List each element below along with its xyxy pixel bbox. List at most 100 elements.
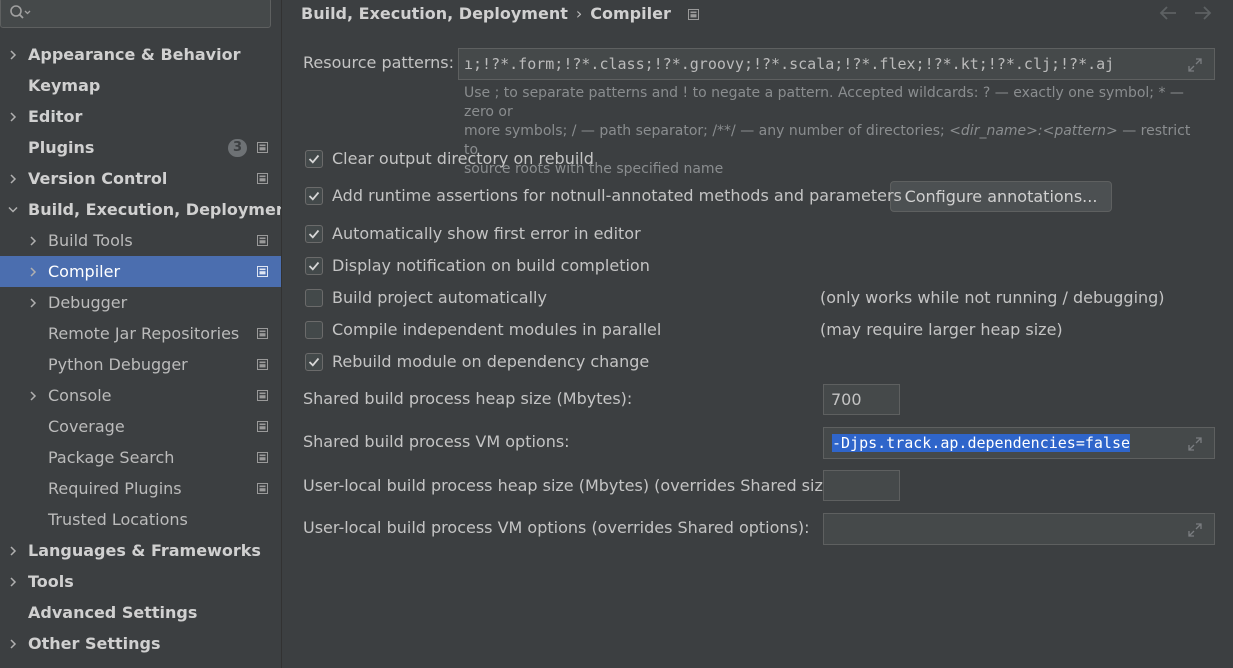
help-line-2-dir: <dir_name>:<pattern> — [949, 123, 1118, 139]
checkbox-label: Add runtime assertions for notnull-annot… — [332, 186, 902, 205]
sidebar-item-label: Python Debugger — [48, 355, 188, 374]
checkbox-label: Clear output directory on rebuild — [332, 149, 594, 168]
expand-icon[interactable] — [1188, 437, 1202, 451]
resource-patterns-label: Resource patterns: — [303, 53, 454, 72]
project-scope-icon — [257, 483, 268, 494]
sidebar-item-debugger[interactable]: Debugger — [0, 287, 281, 318]
heap-size-input[interactable]: 700 — [823, 384, 900, 415]
user-heap-size-label: User-local build process heap size (Mbyt… — [303, 476, 845, 495]
checkbox-checked[interactable] — [305, 257, 323, 275]
project-scope-icon — [257, 173, 268, 184]
sidebar-item-console[interactable]: Console — [0, 380, 281, 411]
chevron-right-icon[interactable] — [28, 235, 38, 247]
user-vm-options-label: User-local build process VM options (ove… — [303, 518, 810, 537]
sidebar-item-label: Remote Jar Repositories — [48, 324, 240, 343]
sidebar-item-remote-jar-repositories[interactable]: Remote Jar Repositories — [0, 318, 281, 349]
project-scope-icon — [257, 421, 268, 432]
checkmark-icon — [308, 154, 320, 164]
sidebar-item-label: Trusted Locations — [48, 510, 188, 529]
sidebar-item-editor[interactable]: Editor — [0, 101, 281, 132]
resource-patterns-value: ı;!?*.form;!?*.class;!?*.groovy;!?*.scal… — [464, 55, 1115, 73]
checkmark-icon — [308, 191, 320, 201]
chevron-right-icon[interactable] — [8, 576, 18, 588]
checkbox-unchecked[interactable] — [305, 289, 323, 307]
compiler-settings-panel: Build, Execution, Deployment › Compiler Re… — [281, 0, 1233, 668]
sidebar-item-label: Tools — [28, 572, 74, 591]
sidebar-item-languages-and-frameworks[interactable]: Languages & Frameworks — [0, 535, 281, 566]
chevron-right-icon[interactable] — [28, 297, 38, 309]
checkbox-label: Compile independent modules in parallel — [332, 320, 662, 339]
checkbox-note: (only works while not running / debuggin… — [820, 288, 1165, 307]
vm-options-value: -Djps.track.ap.dependencies=false — [832, 434, 1131, 452]
checkbox-note: (may require larger heap size) — [820, 320, 1063, 339]
chevron-right-icon[interactable] — [28, 390, 38, 402]
expand-icon[interactable] — [1188, 523, 1202, 537]
project-scope-icon — [257, 235, 268, 246]
sidebar-item-label: Compiler — [48, 262, 121, 281]
sidebar-item-compiler[interactable]: Compiler — [0, 256, 281, 287]
resource-patterns-input[interactable]: ı;!?*.form;!?*.class;!?*.groovy;!?*.scal… — [458, 48, 1215, 80]
help-line-1: Use ; to separate patterns and ! to nega… — [464, 85, 1184, 120]
sidebar-item-label: Coverage — [48, 417, 125, 436]
configure-annotations-button[interactable]: Configure annotations... — [890, 181, 1112, 212]
sidebar-item-label: Package Search — [48, 448, 175, 467]
user-heap-size-input[interactable] — [823, 470, 900, 501]
sidebar-item-keymap[interactable]: Keymap — [0, 70, 281, 101]
project-scope-icon — [257, 390, 268, 401]
sidebar-item-appearance-and-behavior[interactable]: Appearance & Behavior — [0, 39, 281, 70]
checkbox-unchecked[interactable] — [305, 321, 323, 339]
breadcrumb-separator: › — [575, 4, 583, 23]
settings-sidebar: Appearance & Behavior Keymap Editor Plugins… — [0, 0, 295, 668]
project-scope-icon — [257, 452, 268, 463]
sidebar-item-label: Other Settings — [28, 634, 161, 653]
sidebar-item-label: Build Tools — [48, 231, 133, 250]
settings-search-input[interactable] — [0, 0, 271, 28]
vm-options-input[interactable]: -Djps.track.ap.dependencies=false — [823, 427, 1215, 459]
sidebar-item-label: Version Control — [28, 169, 168, 188]
user-vm-options-input[interactable] — [823, 513, 1215, 545]
sidebar-item-build-execution-deployment[interactable]: Build, Execution, Deployment — [0, 194, 295, 225]
expand-icon[interactable] — [1188, 58, 1202, 72]
sidebar-item-advanced-settings[interactable]: Advanced Settings — [0, 597, 281, 628]
chevron-down-icon[interactable] — [8, 204, 18, 216]
sidebar-item-label: Appearance & Behavior — [28, 45, 241, 64]
checkbox-label: Rebuild module on dependency change — [332, 352, 650, 371]
sidebar-item-label: Console — [48, 386, 112, 405]
checkbox-checked[interactable] — [305, 225, 323, 243]
chevron-right-icon[interactable] — [8, 111, 18, 123]
chevron-right-icon[interactable] — [8, 173, 18, 185]
sidebar-item-version-control[interactable]: Version Control — [0, 163, 281, 194]
chevron-right-icon[interactable] — [8, 545, 18, 557]
sidebar-item-python-debugger[interactable]: Python Debugger — [0, 349, 281, 380]
project-scope-icon — [257, 142, 268, 153]
sidebar-item-tools[interactable]: Tools — [0, 566, 281, 597]
settings-tree: Appearance & Behavior Keymap Editor Plugins… — [0, 39, 295, 659]
sidebar-item-package-search[interactable]: Package Search — [0, 442, 281, 473]
project-scope-icon — [257, 266, 268, 277]
chevron-right-icon[interactable] — [8, 638, 18, 650]
sidebar-item-required-plugins[interactable]: Required Plugins — [0, 473, 281, 504]
sidebar-item-build-tools[interactable]: Build Tools — [0, 225, 281, 256]
sidebar-item-label: Debugger — [48, 293, 128, 312]
sidebar-item-label: Advanced Settings — [28, 603, 198, 622]
search-icon — [10, 5, 31, 19]
sidebar-item-label: Build, Execution, Deployment — [28, 200, 295, 219]
breadcrumb-current: Compiler — [590, 4, 671, 23]
sidebar-item-trusted-locations[interactable]: Trusted Locations — [0, 504, 281, 535]
project-scope-icon — [257, 359, 268, 370]
sidebar-item-coverage[interactable]: Coverage — [0, 411, 281, 442]
chevron-right-icon[interactable] — [8, 49, 18, 61]
sidebar-item-other-settings[interactable]: Other Settings — [0, 628, 281, 659]
checkbox-label: Build project automatically — [332, 288, 547, 307]
sidebar-item-plugins[interactable]: Plugins 3 — [0, 132, 281, 163]
forward-arrow-icon[interactable] — [1193, 4, 1213, 22]
breadcrumb: Build, Execution, Deployment › Compiler — [301, 2, 700, 26]
breadcrumb-parent[interactable]: Build, Execution, Deployment — [301, 4, 568, 23]
back-arrow-icon[interactable] — [1158, 4, 1178, 22]
checkbox-checked[interactable] — [305, 353, 323, 371]
checkbox-checked[interactable] — [305, 150, 323, 168]
checkmark-icon — [308, 261, 320, 271]
chevron-right-icon[interactable] — [28, 266, 38, 278]
project-scope-icon — [688, 9, 700, 20]
checkbox-checked[interactable] — [305, 187, 323, 205]
